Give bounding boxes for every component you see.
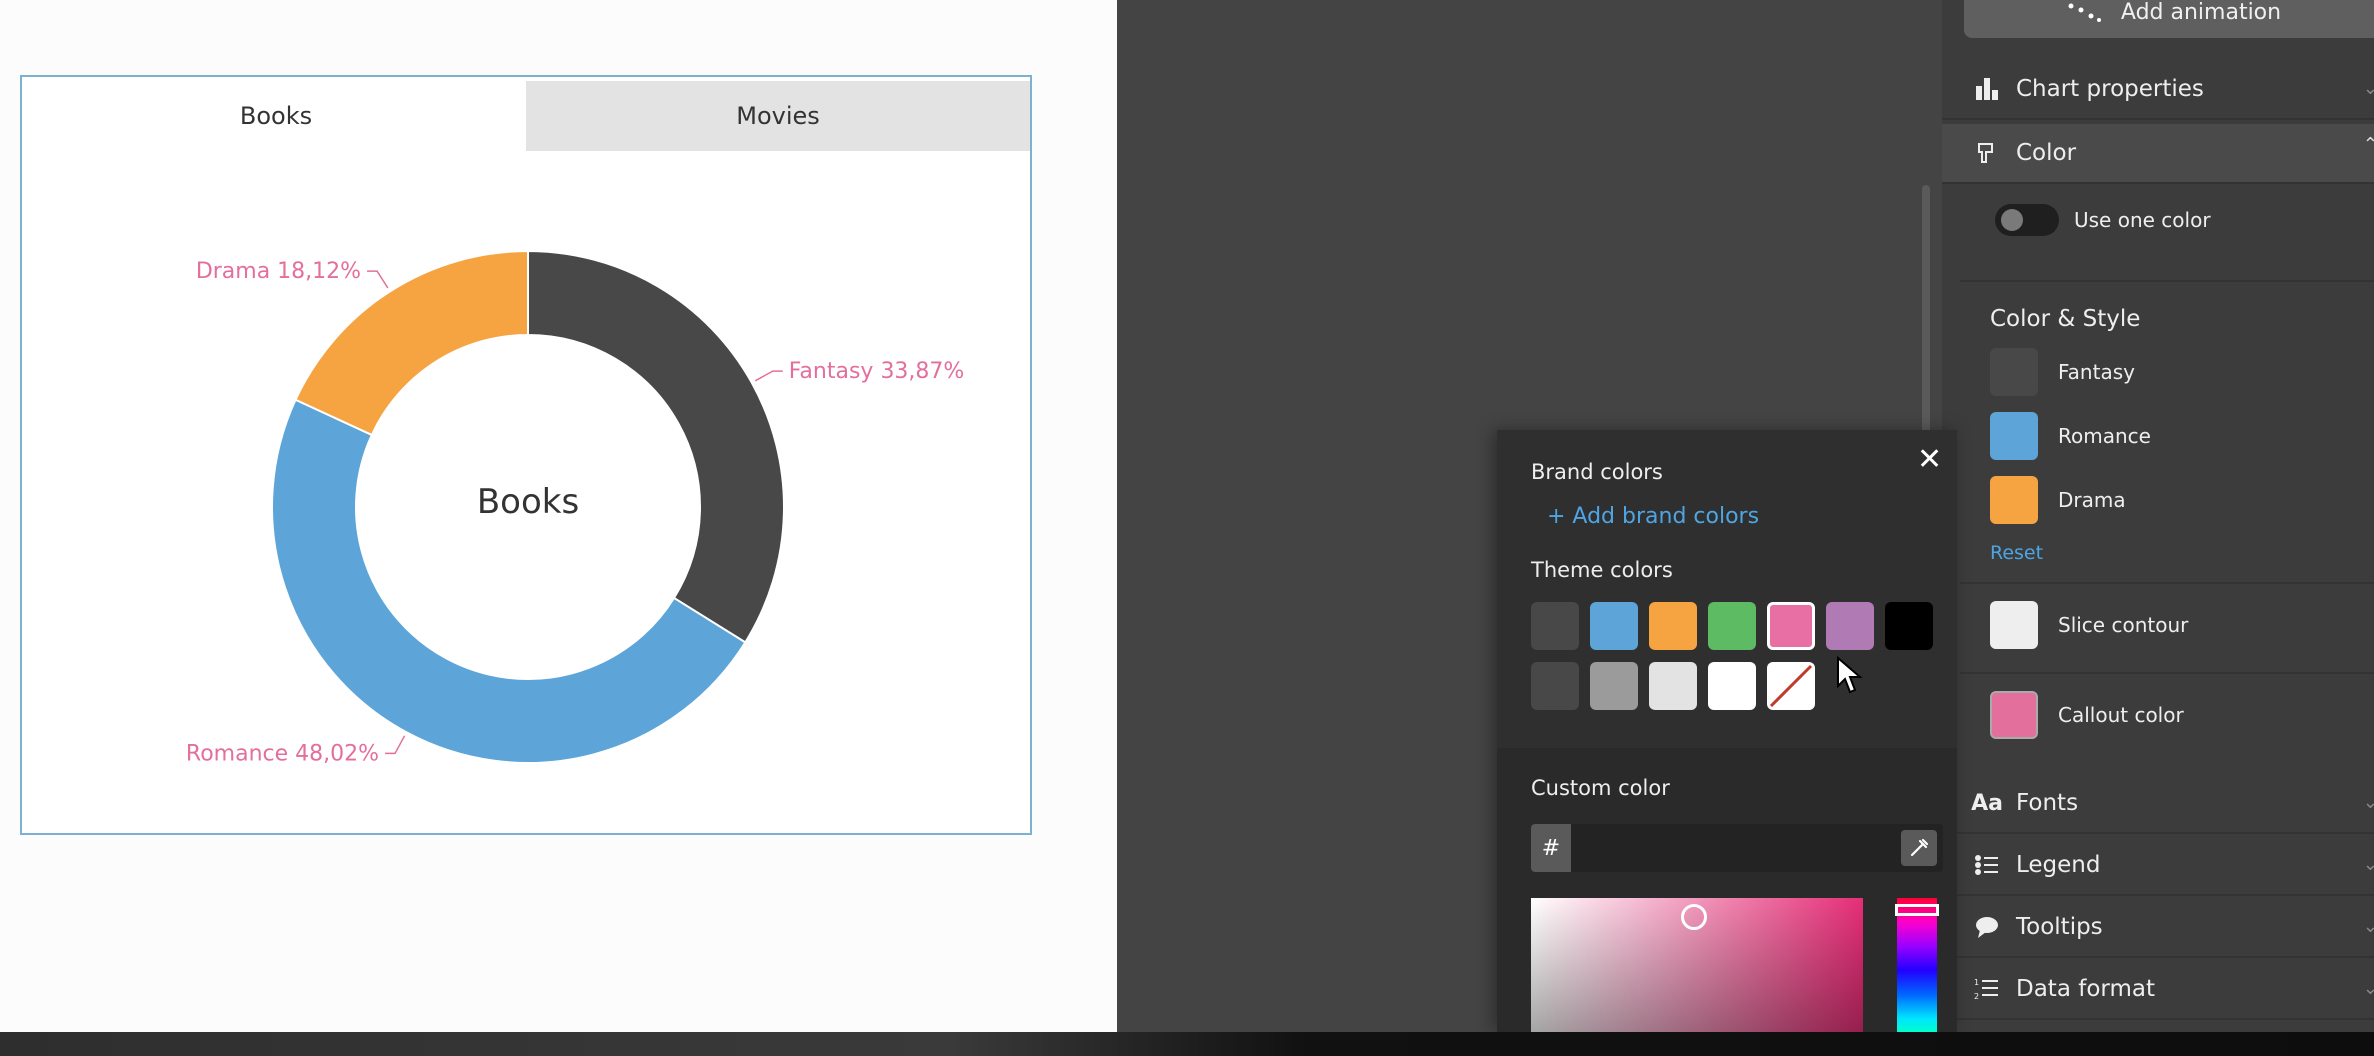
callout-line bbox=[367, 270, 389, 289]
divider bbox=[1960, 672, 2374, 674]
custom-color-section: Custom color # bbox=[1497, 748, 1957, 1032]
hex-color-input[interactable] bbox=[1575, 824, 1889, 874]
chart-canvas: Books Movies Fantasy 33,87% Romance 48,02… bbox=[0, 0, 1117, 1032]
color-swatch[interactable] bbox=[1990, 691, 2038, 739]
theme-color-swatch[interactable] bbox=[1531, 662, 1579, 710]
theme-color-grid bbox=[1531, 602, 1933, 710]
chevron-down-icon: ⌄ bbox=[2362, 978, 2374, 999]
theme-color-swatch[interactable] bbox=[1531, 602, 1579, 650]
hue-slider[interactable] bbox=[1895, 898, 1939, 1032]
theme-color-swatch[interactable] bbox=[1885, 602, 1933, 650]
chevron-up-icon: ⌃ bbox=[2362, 134, 2374, 155]
use-one-color-toggle[interactable] bbox=[1995, 204, 2059, 236]
slice-contour-setting[interactable]: Slice contour bbox=[1990, 600, 2188, 650]
slice-label-romance: Romance 48,02% bbox=[186, 741, 379, 766]
section-color[interactable]: Color ⌃ bbox=[1942, 124, 2374, 184]
close-icon[interactable]: ✕ bbox=[1917, 442, 1942, 477]
theme-color-swatch[interactable] bbox=[1826, 602, 1874, 650]
series-color-fantasy[interactable]: Fantasy bbox=[1990, 347, 2135, 397]
hash-label: # bbox=[1531, 824, 1571, 872]
series-name: Drama bbox=[2058, 488, 2126, 512]
section-chart-properties[interactable]: Chart properties ⌄ bbox=[1942, 60, 2374, 120]
svg-text:2: 2 bbox=[1974, 992, 1979, 1001]
speech-bubble-icon bbox=[1972, 912, 2002, 942]
add-animation-button[interactable]: Add animation bbox=[1964, 0, 2374, 38]
toggle-knob bbox=[2001, 209, 2023, 231]
slice-label-fantasy: Fantasy 33,87% bbox=[789, 359, 965, 384]
color-section-body: Use one color Color & Style Fantasy Roma… bbox=[1960, 182, 2374, 762]
theme-color-swatch[interactable] bbox=[1590, 602, 1638, 650]
chart-center-title: Books bbox=[477, 482, 579, 522]
callout-line bbox=[754, 370, 783, 382]
color-picker-popup: ✕ Brand colors + Add brand colors Theme … bbox=[1497, 430, 1957, 1032]
series-color-romance[interactable]: Romance bbox=[1990, 411, 2151, 461]
reset-link[interactable]: Reset bbox=[1990, 542, 2043, 564]
chart-container[interactable]: Books Movies Fantasy 33,87% Romance 48,02… bbox=[20, 75, 1032, 835]
mouse-cursor-icon bbox=[1837, 656, 1863, 694]
hex-input-row: # bbox=[1531, 824, 1943, 874]
section-fonts[interactable]: Aa Fonts ⌄ bbox=[1942, 774, 2374, 834]
chevron-down-icon: ⌄ bbox=[2362, 854, 2374, 875]
chevron-down-icon: ⌄ bbox=[2362, 916, 2374, 937]
section-data-format[interactable]: 12 Data format ⌄ bbox=[1942, 960, 2374, 1020]
custom-color-title: Custom color bbox=[1531, 776, 1670, 800]
donut-slice-romance[interactable] bbox=[271, 398, 747, 764]
section-label: Fonts bbox=[2016, 790, 2079, 816]
brand-colors-title: Brand colors bbox=[1531, 460, 1663, 484]
donut-slice-fantasy[interactable] bbox=[527, 249, 785, 644]
bar-chart-icon bbox=[1972, 74, 2002, 104]
hue-handle[interactable] bbox=[1895, 904, 1939, 916]
saturation-area[interactable] bbox=[1531, 898, 1863, 1032]
theme-colors-title: Theme colors bbox=[1531, 558, 1673, 582]
chevron-down-icon: ⌄ bbox=[2362, 792, 2374, 813]
saturation-handle[interactable] bbox=[1681, 904, 1707, 930]
theme-color-swatch[interactable] bbox=[1708, 662, 1756, 710]
divider bbox=[1960, 280, 2374, 282]
section-tooltips[interactable]: Tooltips ⌄ bbox=[1942, 898, 2374, 958]
theme-color-swatch[interactable] bbox=[1708, 602, 1756, 650]
add-brand-colors-link[interactable]: + Add brand colors bbox=[1547, 504, 1759, 529]
theme-color-swatch[interactable] bbox=[1767, 602, 1815, 650]
section-label: Data format bbox=[2016, 976, 2155, 1002]
color-swatch[interactable] bbox=[1990, 412, 2038, 460]
section-label: Chart properties bbox=[2016, 76, 2204, 102]
color-swatch[interactable] bbox=[1990, 348, 2038, 396]
animation-icon bbox=[2068, 3, 2101, 22]
callout-line bbox=[385, 735, 406, 755]
section-legend[interactable]: Legend ⌄ bbox=[1942, 836, 2374, 896]
color-swatch[interactable] bbox=[1990, 476, 2038, 524]
section-label: Color bbox=[2016, 140, 2077, 166]
add-animation-label: Add animation bbox=[2120, 0, 2282, 25]
slice-label-drama: Drama 18,12% bbox=[196, 259, 361, 284]
series-name: Fantasy bbox=[2058, 360, 2135, 384]
setting-label: Slice contour bbox=[2058, 613, 2189, 637]
color-style-title: Color & Style bbox=[1990, 306, 2141, 332]
series-color-drama[interactable]: Drama bbox=[1990, 475, 2126, 525]
font-icon: Aa bbox=[1971, 790, 2003, 816]
theme-color-swatch[interactable] bbox=[1649, 662, 1697, 710]
callout-color-setting[interactable]: Callout color bbox=[1990, 690, 2184, 740]
series-name: Romance bbox=[2058, 424, 2151, 448]
bottom-bar bbox=[0, 1032, 2374, 1056]
chevron-down-icon: ⌄ bbox=[2362, 78, 2374, 99]
divider bbox=[1960, 582, 2374, 584]
no-color-swatch[interactable] bbox=[1767, 662, 1815, 710]
section-label: Legend bbox=[2016, 852, 2101, 878]
canvas-scrollbar[interactable] bbox=[1922, 185, 1930, 435]
section-label: Tooltips bbox=[2016, 914, 2103, 940]
theme-color-swatch[interactable] bbox=[1590, 662, 1638, 710]
donut-chart: Fantasy 33,87% Romance 48,02% Drama 18,12%… bbox=[186, 249, 965, 766]
properties-panel: Add animation Chart properties ⌄ Color ⌃… bbox=[1942, 0, 2374, 1032]
svg-text:1: 1 bbox=[1974, 978, 1979, 987]
legend-icon bbox=[1972, 850, 2002, 880]
paint-bucket-icon bbox=[1972, 138, 2002, 168]
numbered-list-icon: 12 bbox=[1972, 974, 2002, 1004]
use-one-color-label: Use one color bbox=[2074, 208, 2211, 232]
eyedropper-icon[interactable] bbox=[1901, 830, 1937, 866]
theme-color-swatch[interactable] bbox=[1649, 602, 1697, 650]
color-swatch[interactable] bbox=[1990, 601, 2038, 649]
setting-label: Callout color bbox=[2058, 703, 2184, 727]
